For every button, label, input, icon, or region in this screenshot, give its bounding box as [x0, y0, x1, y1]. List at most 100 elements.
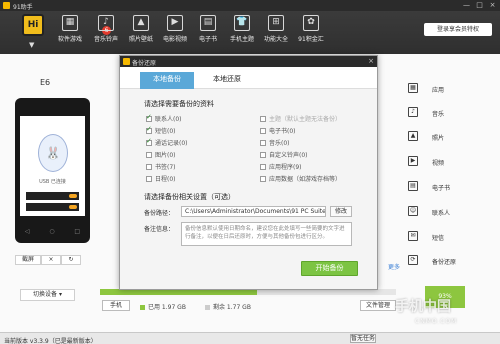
start-backup-button[interactable]: 开始备份	[301, 261, 358, 276]
checkbox-icon	[260, 176, 266, 182]
watermark: 手机中国 CNMO.COM	[395, 296, 495, 332]
app-logo-icon	[123, 58, 130, 65]
bunny-mascot-icon: 🐰	[38, 134, 68, 172]
hi-button[interactable]: Hi	[22, 14, 44, 36]
checkbox-theme[interactable]: 主题（默认主题无法备份）	[260, 114, 341, 123]
backup-path-field[interactable]: C:\Users\Administrator\Documents\91 PC S…	[181, 206, 326, 217]
app-logo-icon	[3, 2, 10, 9]
sidebar-item-photos[interactable]: ▲ 照片	[408, 130, 468, 144]
close-icon[interactable]: ×	[368, 57, 374, 65]
checkbox-icon	[260, 140, 266, 146]
checkbox-icon	[146, 164, 152, 170]
used-swatch-icon	[140, 305, 145, 310]
sidebar-item-ebook[interactable]: ▤ 电子书	[408, 180, 468, 194]
dialog-tabs: 本地备份 本地还原	[120, 67, 377, 89]
toolbar-item-label: 电子书	[198, 36, 217, 43]
image-icon: ▲	[408, 131, 418, 141]
checkbox-label: 电子书(0)	[269, 128, 296, 135]
toolbar-item-label: 91积金汇	[298, 36, 324, 43]
checkbox-contacts[interactable]: 联系人(0)	[146, 113, 182, 123]
tab-local-restore[interactable]: 本地还原	[200, 72, 254, 89]
gift-icon: ✿	[303, 15, 319, 31]
checkbox-icon	[260, 164, 266, 170]
toolbar-item-apps[interactable]: ▦ 软件游戏	[55, 15, 85, 43]
checkbox-apps[interactable]: 应用程序(9)	[260, 162, 302, 171]
checkbox-label: 主题（默认主题无法备份）	[269, 116, 342, 123]
toggle-icon	[69, 205, 77, 209]
checkbox-bookmarks[interactable]: 书签(7)	[146, 162, 176, 171]
toolbar-item-theme[interactable]: 👕 手机主题	[227, 15, 257, 43]
checkbox-icon	[146, 137, 152, 146]
music-icon: ♪	[98, 15, 114, 31]
toolbar-item-ebook[interactable]: ▤ 电子书	[193, 15, 223, 43]
toolbar-item-points[interactable]: ✿ 91积金汇	[296, 15, 326, 43]
file-manager-button[interactable]: 文件管理	[360, 300, 396, 311]
checkbox-music[interactable]: 音乐(0)	[260, 138, 290, 147]
status-bar: 当前版本 v3.3.9（已是最新版本） 暂无任务	[0, 332, 500, 344]
sidebar-item-backup[interactable]: ⟳ 备份还原	[408, 254, 468, 268]
checkbox-label: 联系人(0)	[155, 116, 182, 123]
checkbox-icon	[146, 176, 152, 182]
tab-local-backup[interactable]: 本地备份	[140, 72, 194, 89]
dialog-title: 备份还原	[132, 60, 157, 67]
storage-used-text: 已用 1.97 GB	[140, 302, 186, 311]
screenshot-button[interactable]: 截屏	[15, 255, 41, 265]
task-button[interactable]: 暂无任务	[350, 334, 376, 343]
phone-screen: 🐰 USB 已连接	[20, 116, 85, 216]
sidebar-item-apps[interactable]: ▦ 应用	[408, 82, 468, 96]
note-label: 备注信息：	[144, 226, 175, 233]
toolbar-item-tools[interactable]: ⊞ 功能大全	[261, 15, 291, 43]
note-textarea[interactable]: 备份信息默认使用日期命名，建议您在此处填写一些简要的文字进行备注，以便在日后还原…	[181, 222, 352, 246]
sidebar-item-label: 照片	[432, 135, 445, 142]
toolbar-item-label: 功能大全	[263, 36, 288, 43]
chevron-down-icon[interactable]: ▼	[29, 41, 34, 49]
checkbox-app-data[interactable]: 应用数据（如游戏存档等）	[260, 174, 341, 183]
checkbox-icon	[146, 125, 152, 134]
toolbar-item-photos[interactable]: ▲ 照片壁纸	[126, 15, 156, 43]
checkbox-label: 书签(7)	[155, 164, 176, 171]
shirt-icon: 👕	[234, 15, 250, 31]
close-icon[interactable]: ×	[488, 1, 497, 10]
sidebar-item-label: 应用	[432, 87, 445, 94]
section-title-settings: 请选择备份相关设置（可选）	[144, 193, 235, 201]
checkbox-calendar[interactable]: 日程(0)	[146, 174, 176, 183]
minimize-icon[interactable]: —	[462, 1, 471, 10]
more-link[interactable]: 更多	[388, 262, 400, 271]
usb-status-text: USB 已连接	[39, 179, 66, 185]
checkbox-ebooks[interactable]: 电子书(0)	[260, 126, 296, 135]
toolbar-item-music[interactable]: ♪ 音乐铃声	[91, 15, 121, 43]
home-icon: ○	[49, 228, 55, 235]
toolbar-item-label: 软件游戏	[57, 36, 82, 43]
login-button[interactable]: 登录享会员特权	[424, 23, 492, 36]
checkbox-sms[interactable]: 短信(0)	[146, 125, 176, 135]
checkbox-ringtones[interactable]: 自定义铃声(0)	[260, 150, 308, 159]
apps-icon: ▦	[408, 83, 418, 93]
checkbox-label: 音乐(0)	[269, 140, 290, 147]
switch-device-button[interactable]: 切换设备 ▾	[20, 289, 75, 301]
checkbox-call-log[interactable]: 通话记录(0)	[146, 137, 188, 147]
phone-nav-bar: ◁ ○ □	[15, 228, 90, 235]
checkbox-label: 日程(0)	[155, 176, 176, 183]
toggle-icon	[69, 194, 77, 198]
backup-dialog: 备份还原 × 本地备份 本地还原 请选择需要备份的资料 联系人(0) 短信(0)…	[119, 55, 378, 290]
toolbar-item-label: 电影视频	[162, 36, 187, 43]
toolbar-item-label: 照片壁纸	[128, 36, 153, 43]
sidebar-item-sms[interactable]: ✉ 短信	[408, 230, 468, 244]
phone-setting-row	[26, 203, 79, 211]
main-toolbar: Hi ▼ ▦ 软件游戏 6 ♪ 音乐铃声 ▲ 照片壁纸 ▶ 电影视频 ▤ 电子书…	[0, 11, 500, 54]
close-icon[interactable]: ×	[41, 255, 61, 265]
sidebar-item-label: 短信	[432, 235, 445, 242]
app-title: 91助手	[13, 4, 33, 11]
contacts-icon: ☺	[408, 206, 418, 216]
checkbox-photos[interactable]: 图片(0)	[146, 150, 176, 159]
modify-path-button[interactable]: 修改	[330, 206, 352, 217]
book-icon: ▤	[408, 181, 418, 191]
checkbox-label: 图片(0)	[155, 152, 176, 159]
sidebar-item-contacts[interactable]: ☺ 联系人	[408, 205, 468, 219]
refresh-icon[interactable]: ↻	[61, 255, 81, 265]
sidebar-item-music[interactable]: ♪ 音乐	[408, 106, 468, 120]
version-text: 当前版本 v3.3.9（已是最新版本）	[4, 338, 97, 344]
maximize-icon[interactable]: □	[475, 1, 484, 10]
sidebar-item-video[interactable]: ▶ 视频	[408, 155, 468, 169]
toolbar-item-video[interactable]: ▶ 电影视频	[160, 15, 190, 43]
